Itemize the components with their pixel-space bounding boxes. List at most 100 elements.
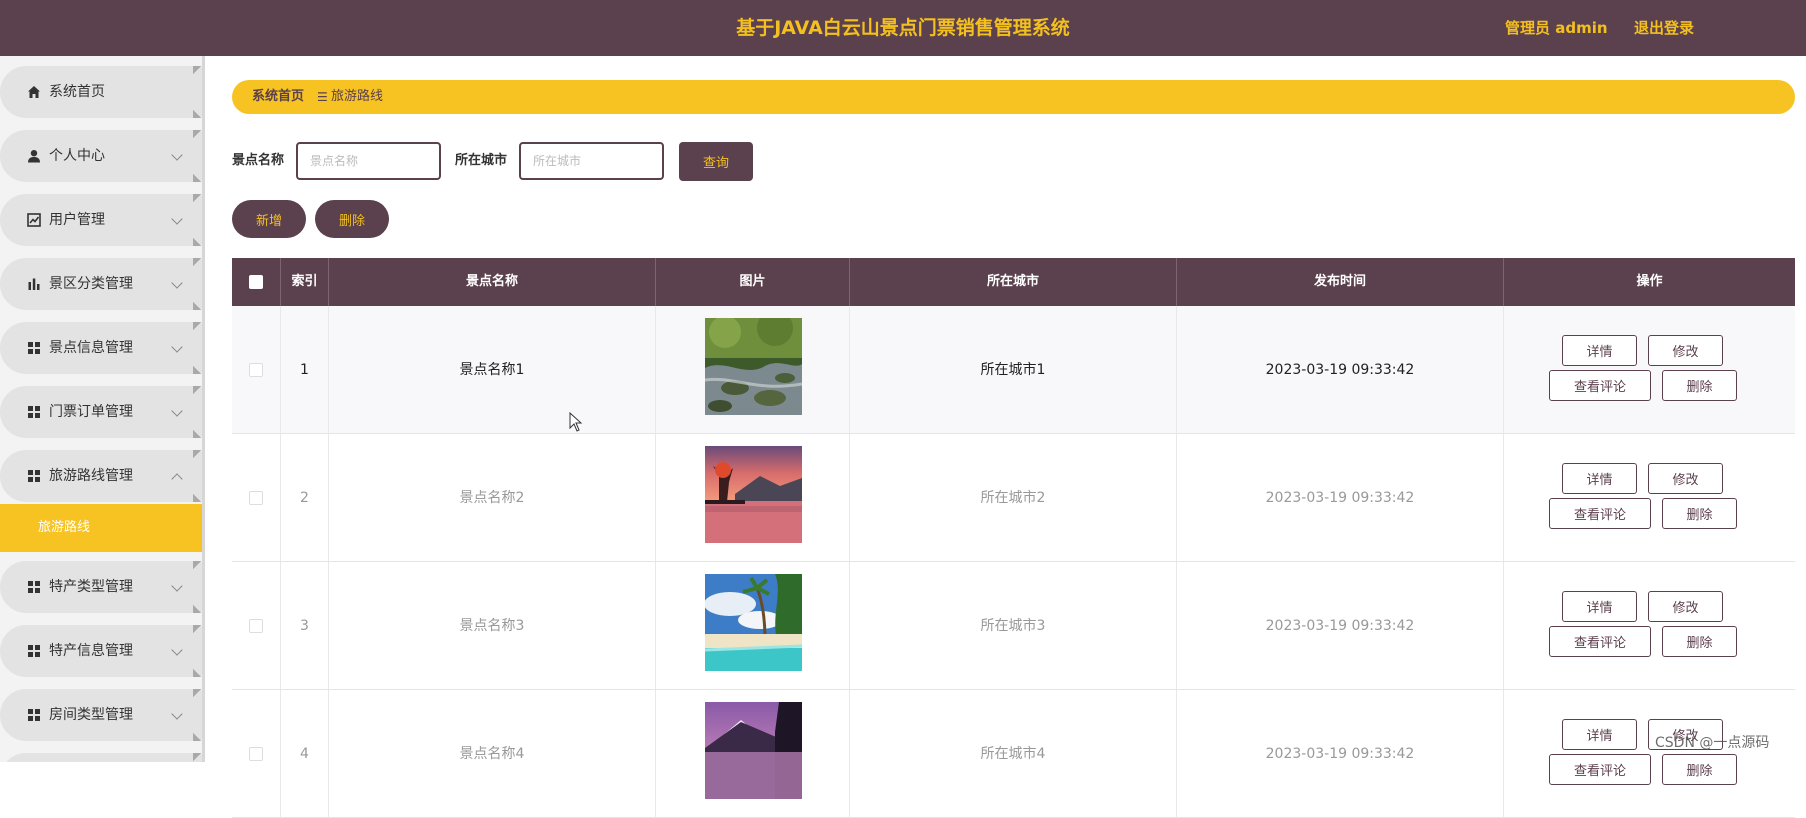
chevron-down-icon xyxy=(171,149,183,161)
sidebar-item-user-management[interactable]: 用户管理 xyxy=(0,194,203,246)
row-city: 所在城市2 xyxy=(850,434,1177,562)
view-comments-button[interactable]: 查看评论 xyxy=(1549,754,1651,785)
table-row: 2 景点名称2 所在城市2 2023-03-19 09:33:42 详情 修改 … xyxy=(232,434,1795,562)
sidebar-item-label: 个人中心 xyxy=(49,148,105,164)
row-checkbox[interactable] xyxy=(249,619,263,633)
edit-button[interactable]: 修改 xyxy=(1648,463,1723,494)
detail-button[interactable]: 详情 xyxy=(1562,719,1637,750)
grid-icon xyxy=(28,581,40,593)
chevron-down-icon xyxy=(171,341,183,353)
sidebar: 系统首页 个人中心 用户管理 景区分类管理 景点信息管理 门票订单管理 旅游路线… xyxy=(0,56,205,762)
scenic-image-sunset xyxy=(705,446,802,543)
chevron-down-icon xyxy=(171,644,183,656)
sidebar-subitem-travel-route[interactable]: 旅游路线 xyxy=(0,504,203,552)
sidebar-item-label: 系统首页 xyxy=(49,84,105,100)
delete-button[interactable]: 删除 xyxy=(1662,754,1737,785)
scenic-image-stream xyxy=(705,318,802,415)
chevron-down-icon xyxy=(171,580,183,592)
city-label: 所在城市 xyxy=(455,153,508,168)
row-city: 所在城市3 xyxy=(850,562,1177,690)
chevron-down-icon xyxy=(171,405,183,417)
view-comments-button[interactable]: 查看评论 xyxy=(1549,498,1651,529)
sidebar-item-more[interactable] xyxy=(0,753,203,762)
batch-delete-button[interactable]: 删除 xyxy=(315,200,389,238)
row-scenic-name: 景点名称1 xyxy=(329,306,656,434)
delete-button[interactable]: 删除 xyxy=(1662,370,1737,401)
sidebar-item-specialty-info[interactable]: 特产信息管理 xyxy=(0,625,203,677)
sidebar-item-label: 房间类型管理 xyxy=(49,707,133,723)
column-header-city: 所在城市 xyxy=(850,258,1177,306)
sidebar-item-label: 旅游路线管理 xyxy=(49,468,133,484)
row-index: 1 xyxy=(281,306,329,434)
add-button[interactable]: 新增 xyxy=(232,200,306,238)
row-scenic-name: 景点名称4 xyxy=(329,690,656,818)
sidebar-item-specialty-types[interactable]: 特产类型管理 xyxy=(0,561,203,613)
sidebar-item-scenic-category[interactable]: 景区分类管理 xyxy=(0,258,203,310)
breadcrumb-home[interactable]: 系统首页 xyxy=(252,80,304,114)
edit-button[interactable]: 修改 xyxy=(1648,591,1723,622)
scenic-image-beach xyxy=(705,574,802,671)
delete-button[interactable]: 删除 xyxy=(1662,626,1737,657)
view-comments-button[interactable]: 查看评论 xyxy=(1549,626,1651,657)
row-checkbox[interactable] xyxy=(249,491,263,505)
chevron-down-icon xyxy=(171,213,183,225)
sidebar-subitem-label: 旅游路线 xyxy=(38,520,91,535)
select-all-checkbox[interactable] xyxy=(249,275,263,289)
sidebar-item-room-types[interactable]: 房间类型管理 xyxy=(0,689,203,741)
grid-icon xyxy=(28,406,40,418)
bar-chart-icon xyxy=(28,278,40,290)
table-row: 1 景点名称1 所在城市1 2023-03-19 09:33:42 详情 修改 … xyxy=(232,306,1795,434)
detail-button[interactable]: 详情 xyxy=(1562,335,1637,366)
row-index: 4 xyxy=(281,690,329,818)
breadcrumb-current: 旅游路线 xyxy=(331,89,384,104)
row-city: 所在城市4 xyxy=(850,690,1177,818)
city-input[interactable] xyxy=(519,142,664,180)
detail-button[interactable]: 详情 xyxy=(1562,463,1637,494)
scenic-name-label: 景点名称 xyxy=(232,153,285,168)
sidebar-item-label: 特产类型管理 xyxy=(49,579,133,595)
chevron-up-icon xyxy=(171,473,183,485)
column-header-name: 景点名称 xyxy=(329,258,656,306)
sidebar-item-home[interactable]: 系统首页 xyxy=(0,66,203,118)
sidebar-item-label: 特产信息管理 xyxy=(49,643,133,659)
grid-icon xyxy=(28,709,40,721)
sidebar-item-label: 用户管理 xyxy=(49,212,105,228)
view-comments-button[interactable]: 查看评论 xyxy=(1549,370,1651,401)
sidebar-item-label: 门票订单管理 xyxy=(49,404,133,420)
chevron-down-icon xyxy=(171,708,183,720)
row-publish-time: 2023-03-19 09:33:42 xyxy=(1177,434,1504,562)
scenic-name-input[interactable] xyxy=(296,142,441,180)
table-header: 索引 景点名称 图片 所在城市 发布时间 操作 xyxy=(232,258,1795,306)
query-button[interactable]: 查询 xyxy=(679,142,753,181)
row-publish-time: 2023-03-19 09:33:42 xyxy=(1177,306,1504,434)
sidebar-item-label: 景点信息管理 xyxy=(49,340,133,356)
mouse-cursor-icon xyxy=(569,412,583,432)
grid-icon xyxy=(28,470,40,482)
scenic-image-mountain xyxy=(705,702,802,799)
trend-chart-icon xyxy=(27,213,41,227)
top-bar: 基于JAVA白云山景点门票销售管理系统 管理员 admin 退出登录 xyxy=(0,0,1806,56)
row-checkbox[interactable] xyxy=(249,747,263,761)
row-city: 所在城市1 xyxy=(850,306,1177,434)
sidebar-item-personal-center[interactable]: 个人中心 xyxy=(0,130,203,182)
column-header-actions: 操作 xyxy=(1636,274,1663,289)
sidebar-item-ticket-orders[interactable]: 门票订单管理 xyxy=(0,386,203,438)
grid-icon xyxy=(28,342,40,354)
row-publish-time: 2023-03-19 09:33:42 xyxy=(1177,562,1504,690)
sidebar-item-scenic-info[interactable]: 景点信息管理 xyxy=(0,322,203,374)
logout-link[interactable]: 退出登录 xyxy=(1634,0,1694,56)
breadcrumb: 系统首页 ☰ 旅游路线 xyxy=(232,80,1795,114)
row-index: 3 xyxy=(281,562,329,690)
admin-label: 管理员 admin xyxy=(1505,19,1608,37)
edit-button[interactable]: 修改 xyxy=(1648,335,1723,366)
column-header-index: 索引 xyxy=(281,258,329,306)
breadcrumb-separator: ☰ xyxy=(317,90,328,104)
chevron-down-icon xyxy=(171,277,183,289)
delete-button[interactable]: 删除 xyxy=(1662,498,1737,529)
user-icon xyxy=(28,150,40,163)
detail-button[interactable]: 详情 xyxy=(1562,591,1637,622)
row-index: 2 xyxy=(281,434,329,562)
row-checkbox[interactable] xyxy=(249,363,263,377)
grid-icon xyxy=(28,645,40,657)
sidebar-item-travel-routes[interactable]: 旅游路线管理 xyxy=(0,450,203,502)
